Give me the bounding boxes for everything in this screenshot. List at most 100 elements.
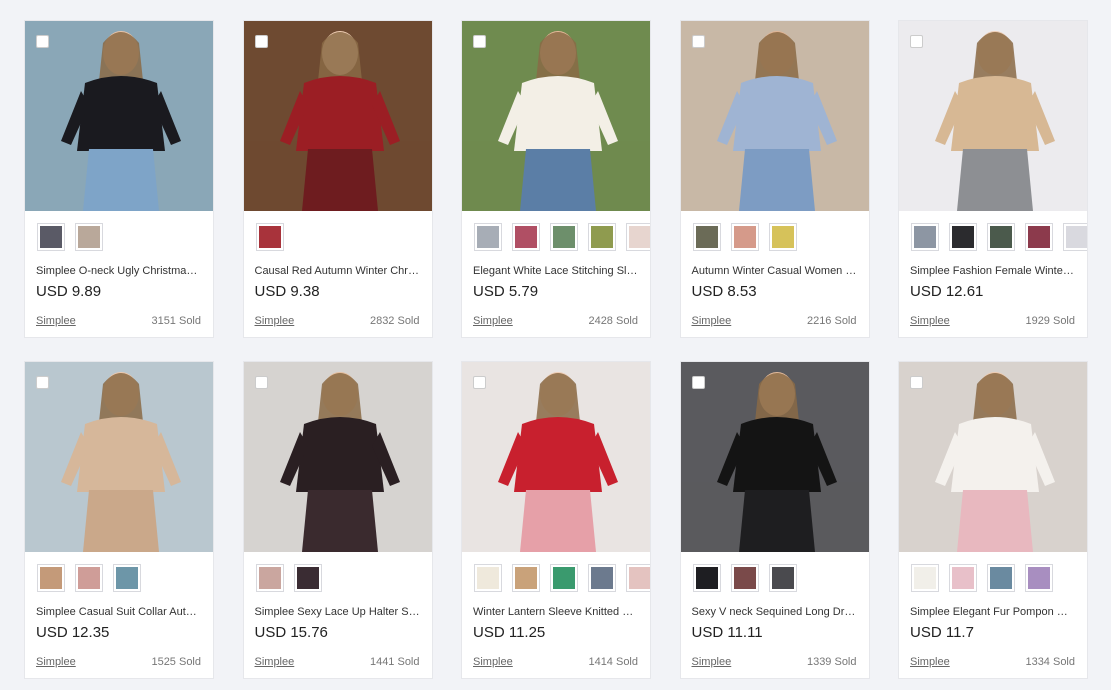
color-variant-thumbnail[interactable]: [37, 223, 65, 251]
select-checkbox[interactable]: [910, 376, 923, 389]
product-title[interactable]: Autumn Winter Casual Women Plaid Shirt: [681, 253, 869, 279]
color-variant-list: [899, 552, 1087, 594]
store-link[interactable]: Simplee: [692, 315, 732, 327]
variant-swatch: [990, 226, 1012, 248]
color-variant-thumbnail[interactable]: [550, 223, 578, 251]
color-variant-thumbnail[interactable]: [255, 223, 284, 251]
variant-swatch: [914, 567, 936, 589]
color-variant-thumbnail[interactable]: [474, 223, 502, 251]
variant-swatch: [1028, 226, 1050, 248]
product-card[interactable]: Simplee O-neck Ugly Christmas Sweater US…: [24, 20, 214, 338]
color-variant-thumbnail[interactable]: [512, 223, 540, 251]
product-footer: Simplee 2428 Sold: [473, 315, 638, 327]
color-variant-thumbnail[interactable]: [768, 564, 797, 592]
store-link[interactable]: Simplee: [255, 656, 295, 668]
color-variant-thumbnail[interactable]: [626, 223, 650, 251]
select-checkbox[interactable]: [910, 35, 923, 48]
select-checkbox[interactable]: [254, 376, 268, 389]
color-variant-thumbnail[interactable]: [113, 564, 141, 592]
product-footer: Simplee 1929 Sold: [910, 315, 1075, 327]
color-variant-thumbnail[interactable]: [911, 564, 939, 592]
product-card[interactable]: Simplee Casual Suit Collar Autumn Dress …: [24, 361, 214, 679]
select-checkbox[interactable]: [254, 35, 268, 48]
product-card[interactable]: Simplee Elegant Fur Pompon White Sweater…: [898, 361, 1088, 679]
color-variant-thumbnail[interactable]: [37, 564, 65, 592]
product-title[interactable]: Winter Lantern Sleeve Knitted Sweater: [462, 594, 650, 620]
color-variant-thumbnail[interactable]: [949, 564, 977, 592]
color-variant-thumbnail[interactable]: [550, 564, 578, 592]
product-title[interactable]: Simplee Casual Suit Collar Autumn Dress: [25, 594, 213, 620]
sold-count: 2832 Sold: [369, 315, 420, 327]
store-link[interactable]: Simplee: [910, 315, 950, 327]
store-link[interactable]: Simplee: [692, 656, 732, 668]
color-variant-thumbnail[interactable]: [588, 223, 616, 251]
select-checkbox[interactable]: [691, 35, 705, 48]
color-variant-thumbnail[interactable]: [588, 564, 616, 592]
store-link[interactable]: Simplee: [255, 315, 295, 327]
product-title[interactable]: Sexy V neck Sequined Long Dress: [681, 594, 869, 620]
product-title[interactable]: Simplee Elegant Fur Pompon White Sweater: [899, 594, 1087, 620]
product-card[interactable]: Simplee Sexy Lace Up Halter Sequin Dress…: [242, 361, 433, 679]
color-variant-thumbnail[interactable]: [1063, 223, 1087, 251]
product-image[interactable]: [462, 362, 650, 552]
product-footer: Simplee 2832 Sold: [255, 315, 420, 327]
product-card[interactable]: Simplee Fashion Female Winter Coat USD 1…: [898, 20, 1088, 338]
product-image[interactable]: [899, 362, 1087, 552]
variant-swatch: [258, 226, 281, 248]
color-variant-thumbnail[interactable]: [75, 223, 103, 251]
color-variant-thumbnail[interactable]: [1025, 564, 1053, 592]
product-title[interactable]: Simplee Fashion Female Winter Coat: [899, 253, 1087, 279]
color-variant-thumbnail[interactable]: [474, 564, 502, 592]
store-link[interactable]: Simplee: [36, 315, 76, 327]
color-variant-thumbnail[interactable]: [730, 564, 759, 592]
product-image[interactable]: [462, 21, 650, 211]
product-footer: Simplee 1525 Sold: [36, 656, 201, 668]
variant-swatch: [629, 226, 650, 248]
select-checkbox[interactable]: [473, 376, 486, 389]
color-variant-thumbnail[interactable]: [512, 564, 540, 592]
color-variant-thumbnail[interactable]: [75, 564, 103, 592]
product-title[interactable]: Simplee O-neck Ugly Christmas Sweater: [25, 253, 213, 279]
select-checkbox[interactable]: [473, 35, 486, 48]
product-price: USD 12.61: [910, 283, 984, 300]
color-variant-thumbnail[interactable]: [987, 564, 1015, 592]
product-price: USD 5.79: [473, 283, 539, 300]
color-variant-thumbnail[interactable]: [692, 223, 721, 251]
product-card[interactable]: Elegant White Lace Stitching Sleeveless …: [461, 20, 651, 338]
color-variant-thumbnail[interactable]: [626, 564, 650, 592]
product-card[interactable]: Causal Red Autumn Winter Christmas Sweat…: [242, 20, 433, 338]
color-variant-thumbnail[interactable]: [987, 223, 1015, 251]
product-title[interactable]: Simplee Sexy Lace Up Halter Sequin Dress: [244, 594, 432, 620]
color-variant-thumbnail[interactable]: [255, 564, 284, 592]
store-link[interactable]: Simplee: [473, 315, 513, 327]
product-image[interactable]: [25, 21, 213, 211]
color-variant-thumbnail[interactable]: [692, 564, 721, 592]
product-image[interactable]: [25, 362, 213, 552]
variant-swatch: [477, 226, 499, 248]
product-card[interactable]: Winter Lantern Sleeve Knitted Sweater US…: [461, 361, 651, 679]
color-variant-thumbnail[interactable]: [911, 223, 939, 251]
color-variant-thumbnail[interactable]: [730, 223, 759, 251]
product-image[interactable]: [680, 21, 869, 211]
color-variant-thumbnail[interactable]: [293, 564, 322, 592]
color-variant-thumbnail[interactable]: [1025, 223, 1053, 251]
variant-swatch: [116, 567, 138, 589]
color-variant-thumbnail[interactable]: [949, 223, 977, 251]
product-card[interactable]: Autumn Winter Casual Women Plaid Shirt U…: [679, 20, 870, 338]
product-image[interactable]: [899, 21, 1087, 211]
store-link[interactable]: Simplee: [473, 656, 513, 668]
product-image[interactable]: [680, 362, 869, 552]
product-title[interactable]: Causal Red Autumn Winter Christmas Sweat…: [244, 253, 432, 279]
select-checkbox[interactable]: [36, 35, 49, 48]
variant-swatch: [952, 567, 974, 589]
store-link[interactable]: Simplee: [910, 656, 950, 668]
product-image[interactable]: [243, 362, 432, 552]
store-link[interactable]: Simplee: [36, 656, 76, 668]
color-variant-list: [681, 211, 869, 253]
select-checkbox[interactable]: [36, 376, 49, 389]
product-card[interactable]: Sexy V neck Sequined Long Dress USD 11.1…: [679, 361, 870, 679]
color-variant-thumbnail[interactable]: [768, 223, 797, 251]
product-title[interactable]: Elegant White Lace Stitching Sleeveless …: [462, 253, 650, 279]
product-image[interactable]: [243, 21, 432, 211]
select-checkbox[interactable]: [691, 376, 705, 389]
